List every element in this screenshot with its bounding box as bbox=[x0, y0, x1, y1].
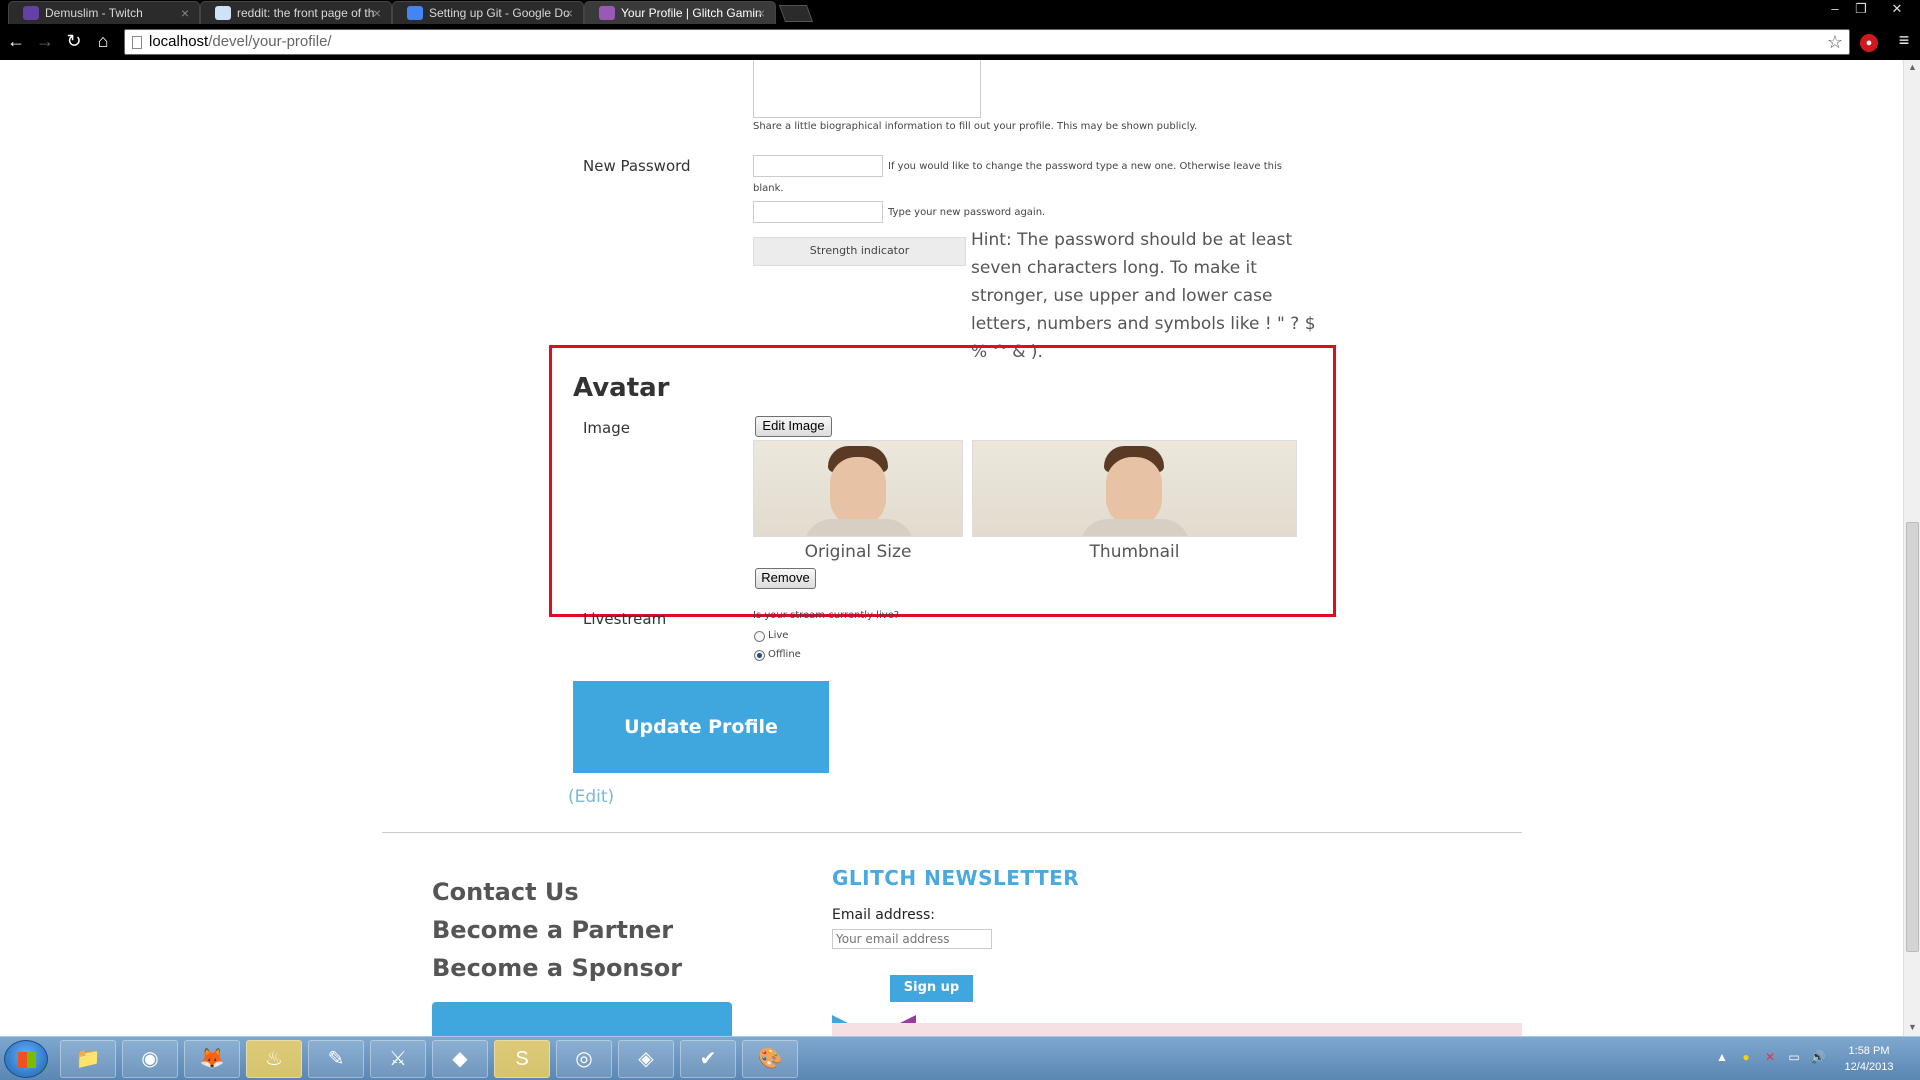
tray-battery-icon[interactable]: ▭ bbox=[1786, 1049, 1802, 1065]
contact-us-link[interactable]: Contact Us bbox=[432, 878, 579, 906]
media-icon[interactable]: ◎ bbox=[556, 1040, 612, 1078]
url-path: /devel/your-profile/ bbox=[208, 33, 332, 50]
confirm-password-input[interactable] bbox=[753, 201, 883, 223]
docs-favicon-icon bbox=[407, 6, 423, 20]
newsletter-email-input[interactable] bbox=[832, 929, 992, 949]
tab-close-icon[interactable]: × bbox=[181, 2, 189, 24]
newsletter-banner bbox=[832, 1023, 1522, 1036]
launcher-icon[interactable]: ◆ bbox=[432, 1040, 488, 1078]
banner-arrow-left-icon bbox=[832, 1015, 848, 1023]
strength-indicator: Strength indicator bbox=[753, 237, 966, 266]
extension-icon[interactable]: ● bbox=[1860, 34, 1878, 52]
tab-title: reddit: the front page of th bbox=[237, 6, 375, 20]
thumbnail-caption: Thumbnail bbox=[1089, 542, 1180, 562]
steam-icon[interactable]: ♨ bbox=[246, 1040, 302, 1078]
bookmark-star-icon[interactable]: ☆ bbox=[1827, 30, 1843, 54]
password-help-text: If you would like to change the password… bbox=[888, 161, 1282, 172]
email-label: Email address: bbox=[832, 907, 936, 923]
confirm-password-help: Type your new password again. bbox=[888, 207, 1046, 218]
page-icon bbox=[132, 36, 142, 49]
banner-arrow-right-icon bbox=[900, 1015, 916, 1023]
git-icon[interactable]: ◈ bbox=[618, 1040, 674, 1078]
become-sponsor-link[interactable]: Become a Sponsor bbox=[432, 954, 682, 982]
close-window-icon[interactable]: ✕ bbox=[1884, 0, 1910, 20]
skype-icon[interactable]: S bbox=[494, 1040, 550, 1078]
browser-toolbar: ← → ↻ ⌂ localhost/devel/your-profile/ ☆ bbox=[0, 24, 1920, 60]
password-help-text-cont: blank. bbox=[753, 183, 784, 194]
new-password-input[interactable] bbox=[753, 155, 883, 177]
game-icon[interactable]: ⚔ bbox=[370, 1040, 426, 1078]
edit-image-button[interactable]: Edit Image bbox=[755, 416, 832, 437]
tab-your-profile[interactable]: Your Profile | Glitch Gamin × bbox=[584, 1, 776, 24]
tab-title: Your Profile | Glitch Gamin bbox=[621, 6, 762, 20]
clock-date: 12/4/2013 bbox=[1844, 1061, 1894, 1073]
tab-reddit[interactable]: reddit: the front page of th × bbox=[200, 1, 392, 24]
vertical-scrollbar[interactable]: ▲ ▼ bbox=[1903, 60, 1920, 1036]
tray-network-icon[interactable]: ✕ bbox=[1762, 1049, 1778, 1065]
tab-close-icon[interactable]: × bbox=[757, 2, 765, 24]
update-profile-button[interactable]: Update Profile bbox=[573, 681, 829, 773]
start-button[interactable] bbox=[4, 1040, 48, 1078]
tab-close-icon[interactable]: × bbox=[565, 2, 573, 24]
scroll-down-icon[interactable]: ▼ bbox=[1907, 1022, 1918, 1033]
offline-radio-label: Offline bbox=[768, 649, 801, 660]
system-clock[interactable]: 1:58 PM 12/4/2013 bbox=[1834, 1043, 1904, 1075]
windows-taskbar: 📁 ◉ 🦊 ♨ ✎ ⚔ ◆ S ◎ ◈ ✔ 🎨 ▲ ● ✕ ▭ 🔊 1:58 PM 12/4/2013 bbox=[0, 1036, 1920, 1080]
tray-volume-icon[interactable]: 🔊 bbox=[1810, 1049, 1826, 1065]
tab-google-docs[interactable]: Setting up Git - Google Do × bbox=[392, 1, 584, 24]
edit-link[interactable]: (Edit) bbox=[568, 787, 614, 807]
tray-app-icon[interactable]: ● bbox=[1738, 1049, 1754, 1065]
newsletter-title: GLITCH NEWSLETTER bbox=[832, 866, 1080, 890]
twitch-favicon-icon bbox=[23, 6, 39, 20]
browser-tabstrip: Demuslim - Twitch × reddit: the front pa… bbox=[0, 0, 1920, 24]
chrome-menu-icon[interactable]: ≡ bbox=[1894, 30, 1914, 50]
scroll-up-icon[interactable]: ▲ bbox=[1907, 62, 1918, 73]
chrome-icon[interactable]: ◉ bbox=[122, 1040, 178, 1078]
paint-icon[interactable]: 🎨 bbox=[742, 1040, 798, 1078]
live-radio[interactable] bbox=[754, 631, 765, 642]
become-partner-link[interactable]: Become a Partner bbox=[432, 916, 673, 944]
windows-logo-icon bbox=[18, 1052, 36, 1068]
tab-twitch[interactable]: Demuslim - Twitch × bbox=[8, 1, 200, 24]
tab-title: Setting up Git - Google Do bbox=[429, 6, 570, 20]
clock-time: 1:58 PM bbox=[1848, 1045, 1890, 1057]
glitch-favicon-icon bbox=[599, 6, 615, 20]
livestream-label: Livestream bbox=[583, 610, 667, 628]
scrollbar-thumb[interactable] bbox=[1906, 522, 1919, 952]
forward-icon[interactable]: → bbox=[33, 30, 57, 54]
explorer-icon[interactable]: 📁 bbox=[60, 1040, 116, 1078]
firefox-icon[interactable]: 🦊 bbox=[184, 1040, 240, 1078]
screen: Demuslim - Twitch × reddit: the front pa… bbox=[0, 0, 1920, 1080]
tab-title: Demuslim - Twitch bbox=[45, 6, 143, 20]
livestream-question: Is your stream currently live? bbox=[753, 610, 900, 621]
signup-button[interactable]: Sign up bbox=[890, 975, 973, 1002]
footer-blue-panel bbox=[432, 1002, 732, 1036]
notepad-icon[interactable]: ✔ bbox=[680, 1040, 736, 1078]
offline-radio[interactable] bbox=[754, 650, 765, 661]
bio-textarea[interactable] bbox=[753, 60, 981, 118]
back-icon[interactable]: ← bbox=[4, 30, 28, 54]
reddit-favicon-icon bbox=[215, 6, 231, 20]
original-size-caption: Original Size bbox=[804, 542, 912, 562]
bio-help-text: Share a little biographical information … bbox=[753, 121, 1198, 132]
tab-close-icon[interactable]: × bbox=[373, 2, 381, 24]
page-viewport: Share a little biographical information … bbox=[0, 60, 1903, 1036]
avatar-thumbnail-image bbox=[972, 440, 1297, 537]
home-icon[interactable]: ⌂ bbox=[91, 30, 115, 54]
avatar-heading: Avatar bbox=[573, 373, 670, 403]
editor-icon[interactable]: ✎ bbox=[308, 1040, 364, 1078]
address-bar[interactable]: localhost/devel/your-profile/ ☆ bbox=[124, 29, 1850, 55]
remove-image-button[interactable]: Remove bbox=[755, 568, 816, 589]
url-host: localhost bbox=[149, 33, 209, 50]
avatar-original-image bbox=[753, 440, 963, 537]
restore-icon[interactable]: ❐ bbox=[1848, 0, 1874, 20]
footer-divider bbox=[382, 832, 1522, 833]
new-password-label: New Password bbox=[583, 157, 691, 175]
new-tab-button[interactable] bbox=[778, 5, 814, 22]
reload-icon[interactable]: ↻ bbox=[62, 30, 86, 54]
image-label: Image bbox=[583, 419, 630, 437]
tray-expand-icon[interactable]: ▲ bbox=[1714, 1049, 1730, 1065]
minimize-icon[interactable]: – bbox=[1822, 0, 1848, 20]
live-radio-label: Live bbox=[768, 630, 789, 641]
